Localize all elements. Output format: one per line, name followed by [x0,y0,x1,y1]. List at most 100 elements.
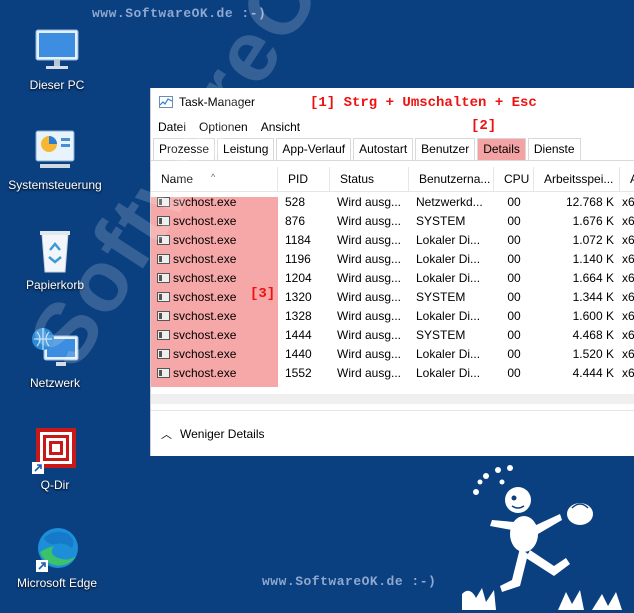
desktop-background: www.SoftwareOK.de :-) Dieser PC Systemst… [0,0,634,613]
process-icon [157,310,170,321]
cell-pid: 1444 [285,327,312,342]
cell-username: Lokaler Di... [416,308,481,323]
task-manager-icon [159,96,173,108]
cell-memory: 12.768 K [565,194,614,209]
desktop-icon-label: Microsoft Edge [16,576,98,590]
cell-process-name: svchost.exe [151,271,278,285]
recycle-bin-icon [30,228,80,274]
tab-benutzer[interactable]: Benutzer [415,138,476,160]
qdir-icon [30,428,80,474]
cell-process-name: svchost.exe [151,366,278,380]
cell-status: Wird ausg... [337,327,402,342]
desktop-icon-microsoft-edge[interactable]: Microsoft Edge [2,526,112,590]
table-row[interactable]: svchost.exe 1440 Wird ausg... Lokaler Di...… [151,344,634,363]
cell-pid: 1440 [285,346,312,361]
tab-leistung[interactable]: Leistung [217,138,275,160]
cell-status: Wird ausg... [337,308,402,323]
column-header-cpu[interactable]: CPU [494,167,534,191]
cell-architecture: x6 [622,270,634,285]
tab-dienste[interactable]: Dienste [527,138,581,160]
fewer-details-button[interactable]: ︿ Weniger Details [151,410,634,456]
cell-cpu: 00 [507,365,521,380]
desktop-icon-label: Netzwerk [29,376,80,390]
cell-cpu: 00 [507,232,521,247]
tab-app-verlauf[interactable]: App-Verlauf [276,138,352,160]
cell-username: Netzwerkd... [416,194,483,209]
cell-username: SYSTEM [416,327,466,342]
cell-username: Lokaler Di... [416,365,481,380]
desktop-icon-label: Q-Dir [40,478,70,492]
cell-status: Wird ausg... [337,194,402,209]
column-header-username[interactable]: Benutzerna... [409,167,494,191]
cell-architecture: x6 [622,365,634,380]
cell-process-name: svchost.exe [151,328,278,342]
column-header-pid[interactable]: PID [278,167,330,191]
watermark-top: www.SoftwareOK.de :-) [92,6,267,21]
table-row[interactable]: svchost.exe 1184 Wird ausg... Lokaler Di...… [151,230,634,249]
tab-prozesse[interactable]: Prozesse [153,138,216,160]
cell-memory: 4.444 K [572,365,614,380]
table-row[interactable]: svchost.exe 1320 Wird ausg... SYSTEM 00 1.344… [151,287,634,306]
cell-cpu: 00 [507,308,521,323]
cell-cpu: 00 [507,213,521,228]
cell-memory: 1.664 K [572,270,614,285]
tab-bar: Prozesse Leistung App-Verlauf Autostart … [151,138,634,161]
watermark-bottom: www.SoftwareOK.de :-) [262,574,437,589]
menu-optionen[interactable]: Optionen [199,120,248,134]
column-header-status[interactable]: Status [330,167,409,191]
cell-status: Wird ausg... [337,213,402,228]
table-row[interactable]: svchost.exe 1552 Wird ausg... Lokaler Di...… [151,363,634,382]
column-header-memory[interactable]: Arbeitsspei... [534,167,620,191]
cell-status: Wird ausg... [337,289,402,304]
column-header-name[interactable]: ^ Name [151,167,278,191]
cell-pid: 1552 [285,365,312,380]
menu-datei[interactable]: Datei [158,120,186,134]
cell-cpu: 00 [507,251,521,266]
cell-username: SYSTEM [416,289,466,304]
tab-autostart[interactable]: Autostart [353,138,414,160]
process-icon [157,329,170,340]
desktop-icon-label: Dieser PC [29,78,85,92]
fewer-details-label: Weniger Details [180,426,265,441]
annotation-name-column: [3] [250,286,276,302]
table-row[interactable]: svchost.exe 876 Wird ausg... SYSTEM 00 1.676 … [151,211,634,230]
desktop-icon-q-dir[interactable]: Q-Dir [0,428,110,492]
cell-memory: 4.468 K [572,327,614,342]
cell-cpu: 00 [507,289,521,304]
desktop-icon-systemsteuerung[interactable]: Systemsteuerung [0,128,110,192]
horizontal-scrollbar[interactable] [151,394,634,404]
table-row[interactable]: svchost.exe 1196 Wird ausg... Lokaler Di...… [151,249,634,268]
cell-pid: 1204 [285,270,312,285]
cell-architecture: x6 [622,308,634,323]
table-body: svchost.exe 528 Wird ausg... Netzwerkd... 00… [151,192,634,382]
menu-ansicht[interactable]: Ansicht [261,120,300,134]
process-icon [157,253,170,264]
process-icon [157,291,170,302]
table-row[interactable]: svchost.exe 1444 Wird ausg... SYSTEM 00 4.468… [151,325,634,344]
desktop-icon-dieser-pc[interactable]: Dieser PC [2,28,112,92]
cell-cpu: 00 [507,270,521,285]
cell-memory: 1.520 K [572,346,614,361]
edge-icon [32,526,82,572]
cell-process-name: svchost.exe [151,309,278,323]
table-row[interactable]: svchost.exe 528 Wird ausg... Netzwerkd... 00… [151,192,634,211]
column-header-architecture[interactable]: Ar [620,167,634,191]
sort-ascending-icon: ^ [211,172,216,182]
cell-pid: 1328 [285,308,312,323]
cell-memory: 1.676 K [572,213,614,228]
cell-memory: 1.344 K [572,289,614,304]
cell-pid: 876 [285,213,306,228]
cell-cpu: 00 [507,346,521,361]
cell-architecture: x6 [622,213,634,228]
tab-details[interactable]: Details [477,138,526,160]
cell-architecture: x6 [622,327,634,342]
cell-status: Wird ausg... [337,346,402,361]
desktop-icon-papierkorb[interactable]: Papierkorb [0,228,110,292]
table-row[interactable]: svchost.exe 1204 Wird ausg... Lokaler Di...… [151,268,634,287]
process-icon [157,367,170,378]
table-row[interactable]: svchost.exe 1328 Wird ausg... Lokaler Di...… [151,306,634,325]
runner-cartoon-image [462,465,622,610]
cell-process-name: svchost.exe [151,214,278,228]
chevron-up-icon: ︿ [161,428,172,441]
desktop-icon-netzwerk[interactable]: Netzwerk [0,326,110,390]
